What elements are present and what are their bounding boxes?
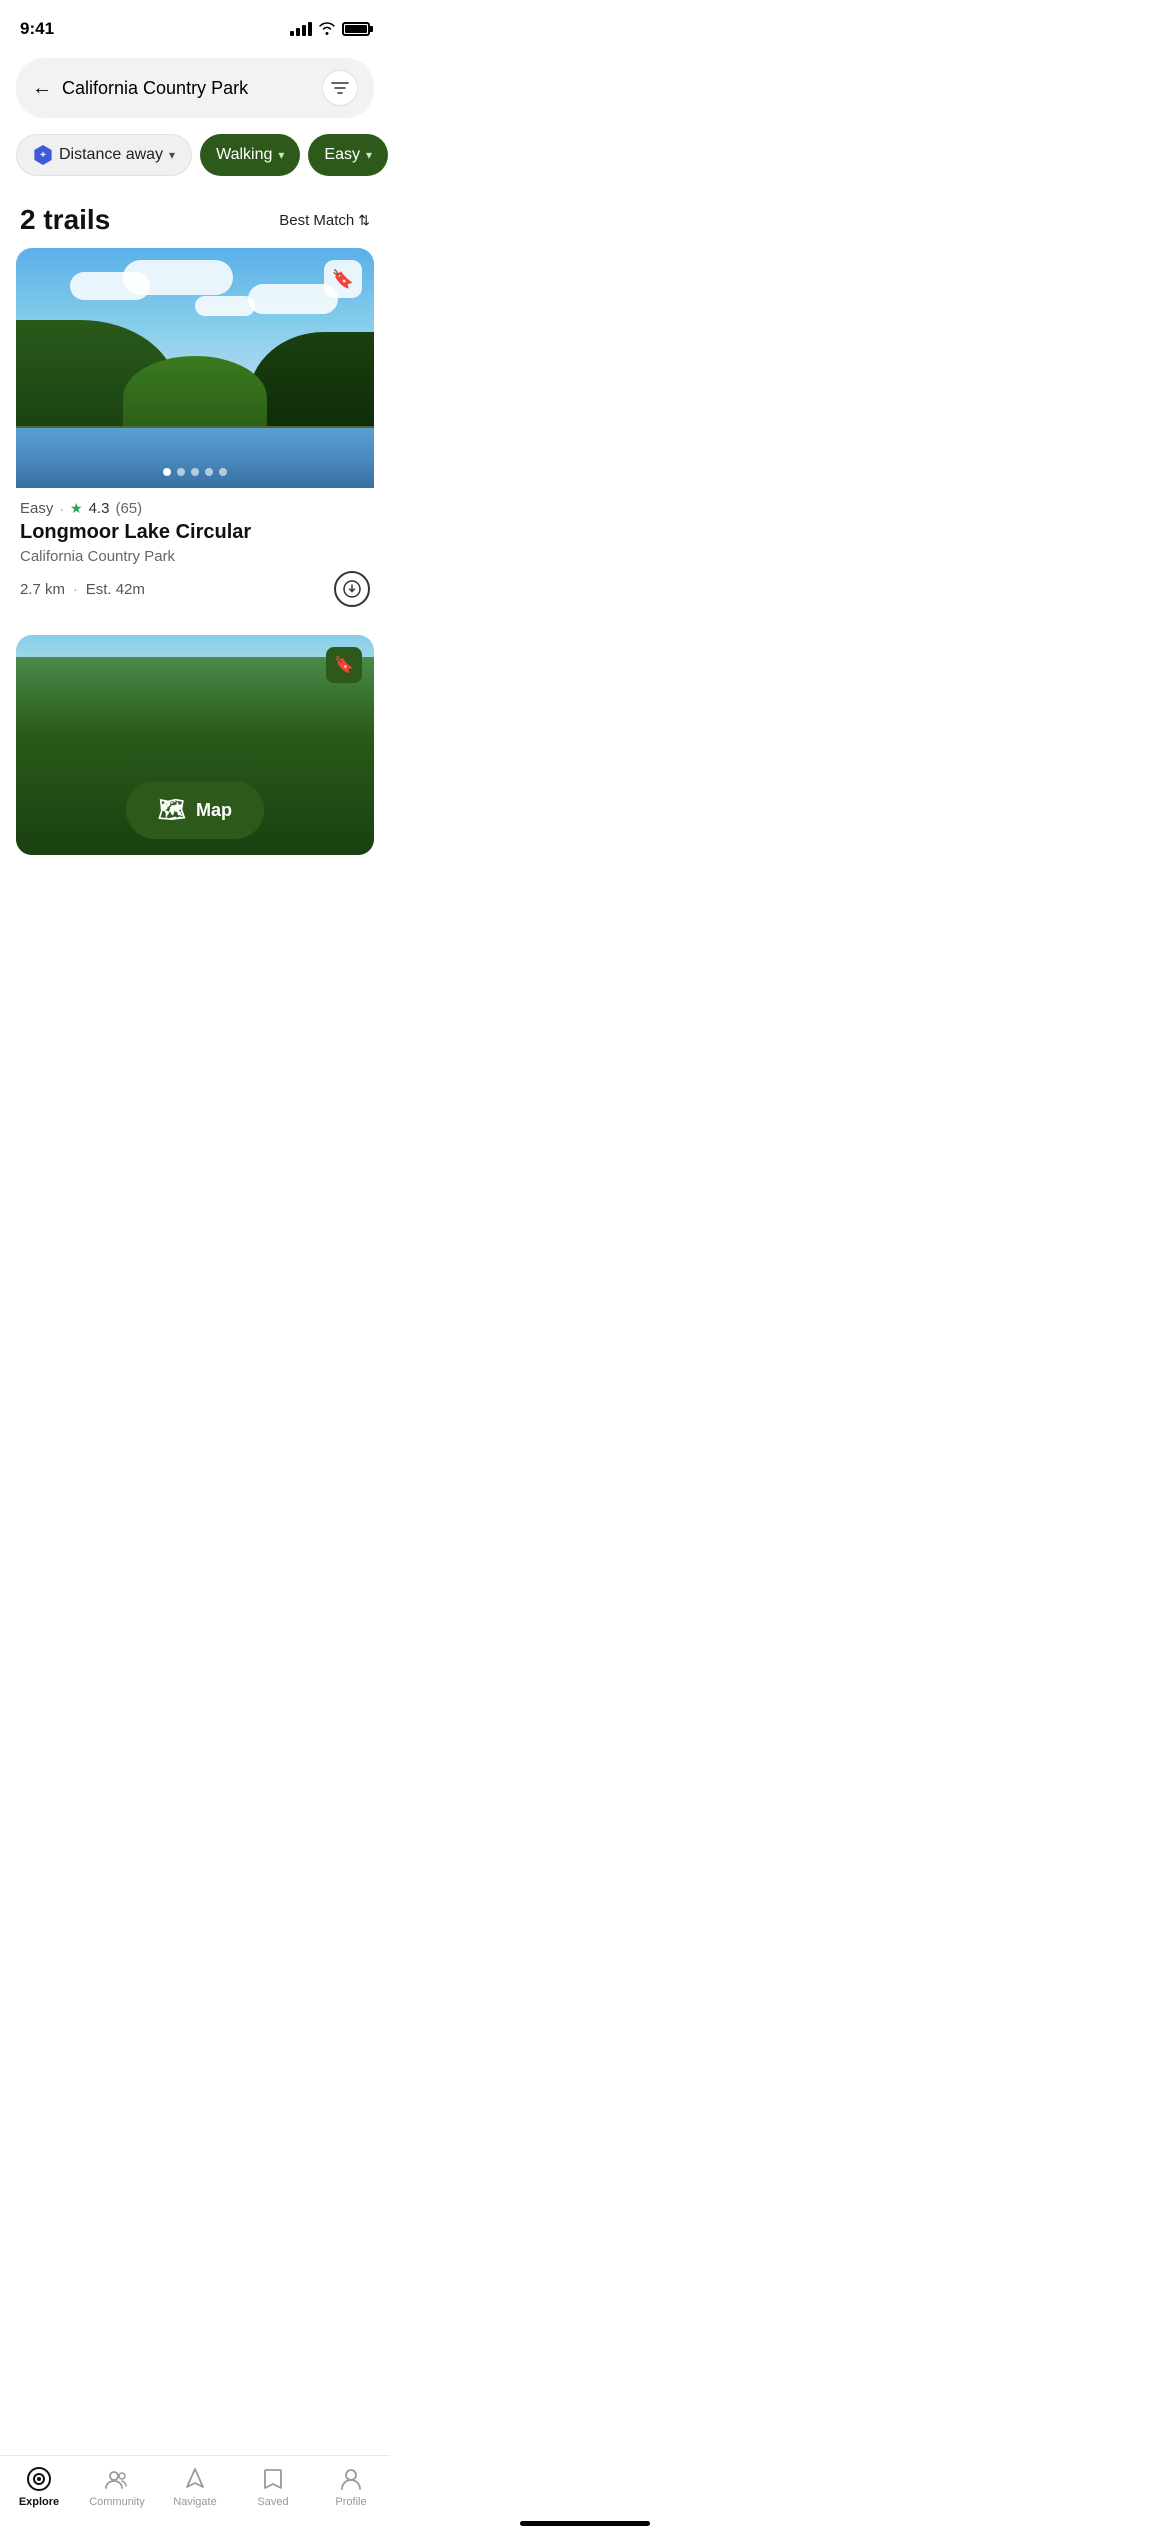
dot-4 — [205, 468, 213, 476]
easy-label: Easy — [324, 146, 360, 164]
download-icon — [343, 580, 361, 598]
trail-est-time-1: Est. 42m — [86, 581, 145, 598]
tab-bar: Explore Community Navigate Saved Profile — [0, 2455, 390, 2532]
map-button-icon: 🗺 — [158, 797, 186, 823]
sort-label: Best Match — [279, 212, 354, 229]
back-button[interactable]: ← — [32, 77, 52, 100]
sort-icon: ⇅ — [358, 212, 370, 229]
trail-card-1[interactable]: 🔖 Easy · ★ 4.3 (65) Longmoor Lake Circul… — [16, 248, 374, 615]
filter-pills: + Distance away ▾ Walking ▾ Easy ▾ 0 km — [0, 130, 390, 188]
hex-icon: + — [33, 145, 53, 165]
distance-label: Distance away — [59, 146, 163, 164]
download-button-1[interactable] — [334, 571, 370, 607]
trail-info-1: Easy · ★ 4.3 (65) Longmoor Lake Circular… — [16, 488, 374, 615]
community-icon — [104, 2466, 130, 2492]
tab-community[interactable]: Community — [87, 2466, 147, 2508]
tab-saved-label: Saved — [257, 2496, 288, 2508]
walking-label: Walking — [216, 146, 272, 164]
walking-chevron: ▾ — [278, 148, 284, 162]
dot-2 — [177, 468, 185, 476]
map-button-container: 🗺 Map — [126, 781, 264, 839]
bookmark-icon-1: 🔖 — [332, 269, 354, 290]
tab-explore[interactable]: Explore — [9, 2466, 69, 2508]
trail-distance-1: 2.7 km — [20, 581, 65, 598]
tab-navigate-label: Navigate — [173, 2496, 216, 2508]
map-button[interactable]: 🗺 Map — [126, 781, 264, 839]
explore-icon — [26, 2466, 52, 2492]
search-input[interactable]: California Country Park — [62, 78, 312, 99]
navigate-icon — [182, 2466, 208, 2492]
dot-5 — [219, 468, 227, 476]
trail-difficulty-1: Easy — [20, 500, 53, 517]
status-time: 9:41 — [20, 19, 54, 39]
tab-saved[interactable]: Saved — [243, 2466, 303, 2508]
tab-community-label: Community — [89, 2496, 145, 2508]
status-icons — [290, 21, 370, 38]
bookmark-button-1[interactable]: 🔖 — [324, 260, 362, 298]
home-indicator — [520, 2521, 650, 2526]
dot-1 — [163, 468, 171, 476]
saved-icon — [260, 2466, 286, 2492]
star-icon-1: ★ — [70, 500, 83, 517]
trail-reviews-1: (65) — [115, 500, 142, 517]
saved-icon-2: 🔖 — [334, 655, 354, 675]
tab-navigate[interactable]: Navigate — [165, 2466, 225, 2508]
trail-card-2[interactable]: 🔖 🗺 Map — [16, 635, 374, 855]
search-bar-container: ← California Country Park — [0, 50, 390, 130]
dot-3 — [191, 468, 199, 476]
trail-distance-time-1: 2.7 km · Est. 42m — [20, 581, 145, 598]
easy-chevron: ▾ — [366, 148, 372, 162]
saved-badge-2[interactable]: 🔖 — [326, 647, 362, 683]
tab-explore-label: Explore — [19, 2496, 59, 2508]
filter-easy[interactable]: Easy ▾ — [308, 134, 388, 176]
results-header: 2 trails Best Match ⇅ — [0, 188, 390, 248]
filter-walking[interactable]: Walking ▾ — [200, 134, 300, 176]
trail-stats-1: 2.7 km · Est. 42m — [20, 571, 370, 607]
battery-icon — [342, 22, 370, 36]
sort-button[interactable]: Best Match ⇅ — [279, 212, 370, 229]
status-bar: 9:41 — [0, 0, 390, 50]
map-button-label: Map — [196, 800, 232, 821]
wifi-icon — [318, 21, 336, 38]
filter-button[interactable] — [322, 70, 358, 106]
trail-rating-1: 4.3 — [89, 500, 110, 517]
carousel-dots-1 — [163, 468, 227, 476]
profile-icon — [338, 2466, 364, 2492]
trail-name-1: Longmoor Lake Circular — [20, 521, 370, 544]
signal-bars-icon — [290, 22, 312, 36]
search-bar[interactable]: ← California Country Park — [16, 58, 374, 118]
tab-profile[interactable]: Profile — [321, 2466, 381, 2508]
distance-chevron: ▾ — [169, 148, 175, 162]
tab-profile-label: Profile — [335, 2496, 366, 2508]
trail-meta-1: Easy · ★ 4.3 (65) — [20, 500, 370, 517]
trail-location-1: California Country Park — [20, 548, 370, 565]
filter-icon — [331, 81, 349, 95]
trail-image-1: 🔖 — [16, 248, 374, 488]
filter-distance[interactable]: + Distance away ▾ — [16, 134, 192, 176]
results-count: 2 trails — [20, 204, 110, 236]
